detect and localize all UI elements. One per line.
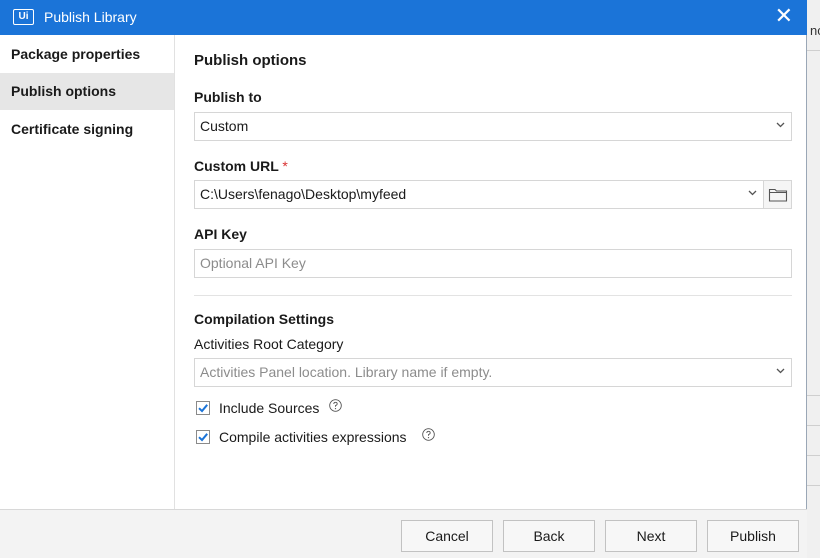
background-divider bbox=[807, 455, 820, 456]
browse-folder-button[interactable] bbox=[764, 180, 792, 209]
sidebar: Package properties Publish options Certi… bbox=[0, 35, 175, 509]
background-app-window: nc bbox=[806, 0, 820, 558]
custom-url-label-text: Custom URL bbox=[194, 158, 279, 174]
section-divider bbox=[194, 295, 792, 296]
chevron-down-icon bbox=[776, 368, 785, 374]
activities-root-category-combobox[interactable]: Activities Panel location. Library name … bbox=[194, 358, 792, 387]
folder-icon bbox=[768, 188, 788, 202]
api-key-placeholder: Optional API Key bbox=[200, 255, 306, 271]
background-divider bbox=[807, 395, 820, 396]
api-key-input[interactable]: Optional API Key bbox=[194, 249, 792, 278]
publish-button[interactable]: Publish bbox=[707, 520, 799, 552]
activities-root-category-label: Activities Root Category bbox=[194, 336, 344, 352]
sidebar-item-publish-options[interactable]: Publish options bbox=[0, 73, 174, 110]
compile-activities-expressions-label: Compile activities expressions bbox=[219, 429, 407, 445]
help-icon[interactable] bbox=[329, 399, 342, 412]
publish-to-value: Custom bbox=[200, 118, 249, 134]
custom-url-value: C:\Users\fenago\Desktop\myfeed bbox=[200, 186, 407, 202]
background-app-text: nc bbox=[810, 23, 820, 38]
include-sources-option[interactable]: Include Sources bbox=[194, 399, 494, 419]
publish-to-label: Publish to bbox=[194, 89, 262, 105]
dialog-footer: Cancel Back Next Publish bbox=[0, 509, 807, 558]
help-icon[interactable] bbox=[422, 428, 435, 441]
back-button[interactable]: Back bbox=[503, 520, 595, 552]
title-bar: Ui Publish Library ✕ bbox=[0, 0, 807, 35]
page-title: Publish options bbox=[194, 52, 307, 69]
compile-activities-expressions-option[interactable]: Compile activities expressions bbox=[194, 428, 494, 448]
custom-url-label: Custom URL * bbox=[194, 158, 288, 174]
sidebar-item-certificate-signing[interactable]: Certificate signing bbox=[0, 111, 174, 148]
close-icon[interactable]: ✕ bbox=[775, 5, 793, 27]
background-divider bbox=[807, 50, 820, 51]
compilation-settings-heading: Compilation Settings bbox=[194, 311, 334, 327]
custom-url-combobox[interactable]: C:\Users\fenago\Desktop\myfeed bbox=[194, 180, 764, 209]
include-sources-label: Include Sources bbox=[219, 400, 320, 416]
publish-library-dialog: Ui Publish Library ✕ Package properties … bbox=[0, 0, 807, 558]
api-key-label: API Key bbox=[194, 226, 247, 242]
background-divider bbox=[807, 485, 820, 486]
next-button[interactable]: Next bbox=[605, 520, 697, 552]
activities-root-category-placeholder: Activities Panel location. Library name … bbox=[200, 364, 493, 380]
sidebar-item-package-properties[interactable]: Package properties bbox=[0, 36, 174, 73]
checkbox-checked-icon[interactable] bbox=[196, 430, 210, 444]
ui-logo-icon: Ui bbox=[13, 9, 34, 25]
checkbox-checked-icon[interactable] bbox=[196, 401, 210, 415]
required-marker: * bbox=[282, 158, 288, 174]
background-divider bbox=[807, 425, 820, 426]
publish-to-select[interactable]: Custom bbox=[194, 112, 792, 141]
chevron-down-icon bbox=[776, 122, 785, 128]
window-title: Publish Library bbox=[44, 9, 137, 25]
cancel-button[interactable]: Cancel bbox=[401, 520, 493, 552]
chevron-down-icon bbox=[748, 190, 757, 196]
